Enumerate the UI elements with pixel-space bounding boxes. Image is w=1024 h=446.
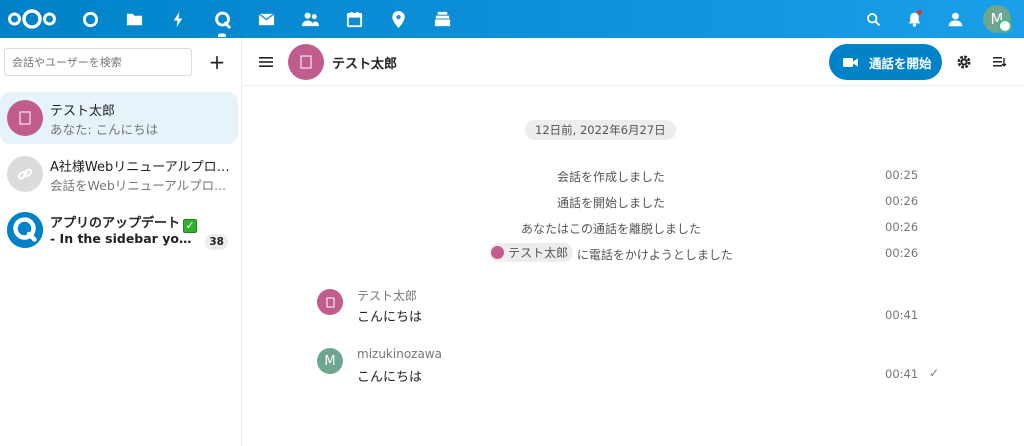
chat-header: テスト太郎 通話を開始	[243, 38, 1024, 86]
message-text: こんにちは	[357, 310, 423, 325]
avatar-placeholder-icon	[326, 297, 334, 307]
avatar[interactable]: M	[317, 348, 343, 374]
conversation-last-message: あなた: こんにちは	[50, 122, 159, 137]
avatar	[7, 100, 43, 136]
read-status-check-icon: ✓	[929, 366, 940, 380]
avatar-placeholder-icon	[300, 55, 312, 69]
talk-icon	[7, 212, 43, 248]
mail-icon[interactable]	[247, 0, 285, 38]
conversation-avatar[interactable]	[288, 44, 324, 80]
conversation-sidebar: + テスト太郎 あなた: こんにちは A社様Webリニューアルプロジ... 会話…	[0, 38, 242, 446]
message-author: テスト太郎	[357, 289, 418, 303]
new-conversation-button[interactable]: +	[203, 48, 231, 76]
contacts-icon[interactable]	[291, 0, 329, 38]
start-call-button[interactable]: 通話を開始	[829, 44, 942, 80]
avatar[interactable]	[317, 289, 343, 315]
search-icon[interactable]	[855, 0, 891, 38]
avatar	[7, 156, 43, 192]
avatar	[7, 212, 43, 248]
user-mention[interactable]: テスト太郎	[489, 243, 574, 262]
gear-icon[interactable]	[952, 50, 976, 74]
video-camera-icon	[843, 57, 858, 67]
system-message: あなたはこの通話を離脱しました 00:26	[520, 220, 919, 236]
unread-count-badge: 38	[205, 234, 228, 250]
conversation-item-test-taro[interactable]: テスト太郎 あなた: こんにちは	[0, 92, 238, 144]
avatar-placeholder-icon	[19, 111, 31, 125]
menu-icon[interactable]	[255, 51, 277, 73]
system-message: 通話を開始しました 00:26	[556, 194, 919, 210]
user-status-indicator	[998, 19, 1012, 33]
message-author: mizukinozawa	[357, 347, 442, 361]
conversation-item-a-web-renewal[interactable]: A社様Webリニューアルプロジ... 会話をWebリニューアルプロ...	[0, 148, 238, 200]
notification-dot	[917, 10, 922, 15]
dashboard-icon[interactable]	[71, 0, 109, 38]
deck-icon[interactable]	[423, 0, 461, 38]
calendar-icon[interactable]	[335, 0, 373, 38]
talk-icon[interactable]	[203, 0, 241, 38]
sidebar-toggle-icon[interactable]	[988, 50, 1012, 74]
maps-icon[interactable]	[379, 0, 417, 38]
link-icon	[17, 168, 33, 180]
system-message: 会話を作成しました 00:25	[556, 168, 919, 184]
conversation-item-app-update[interactable]: アプリのアップデート✓ - In the sidebar you can ...…	[0, 204, 238, 256]
conversation-last-message: 会話をWebリニューアルプロ...	[50, 178, 227, 193]
chat-main: テスト太郎 通話を開始 12日前, 2022年6月27日 会話を作成しました 0…	[243, 38, 1024, 446]
conversation-title: A社様Webリニューアルプロジ...	[50, 160, 230, 175]
top-navigation-bar: M	[0, 0, 1024, 38]
conversation-title: テスト太郎	[332, 57, 398, 72]
activity-icon[interactable]	[159, 0, 197, 38]
avatar	[491, 246, 505, 259]
notifications-icon[interactable]	[896, 0, 932, 38]
contacts-menu-icon[interactable]	[937, 0, 973, 38]
conversation-title: テスト太郎	[50, 104, 116, 119]
message-time: 00:41	[885, 367, 919, 381]
message-time: 00:41	[885, 308, 919, 322]
search-input[interactable]	[4, 48, 192, 76]
conversation-title: アプリのアップデート ✓	[50, 212, 230, 233]
message-text: こんにちは	[357, 370, 423, 385]
date-separator: 12日前, 2022年6月27日	[525, 120, 676, 140]
system-message: テスト太郎 に電話をかけようとしました 00:26	[243, 243, 1024, 263]
nextcloud-logo-icon[interactable]	[6, 6, 58, 32]
conversation-last-message: - In the sidebar you can ...	[50, 231, 200, 246]
files-icon[interactable]	[115, 0, 153, 38]
